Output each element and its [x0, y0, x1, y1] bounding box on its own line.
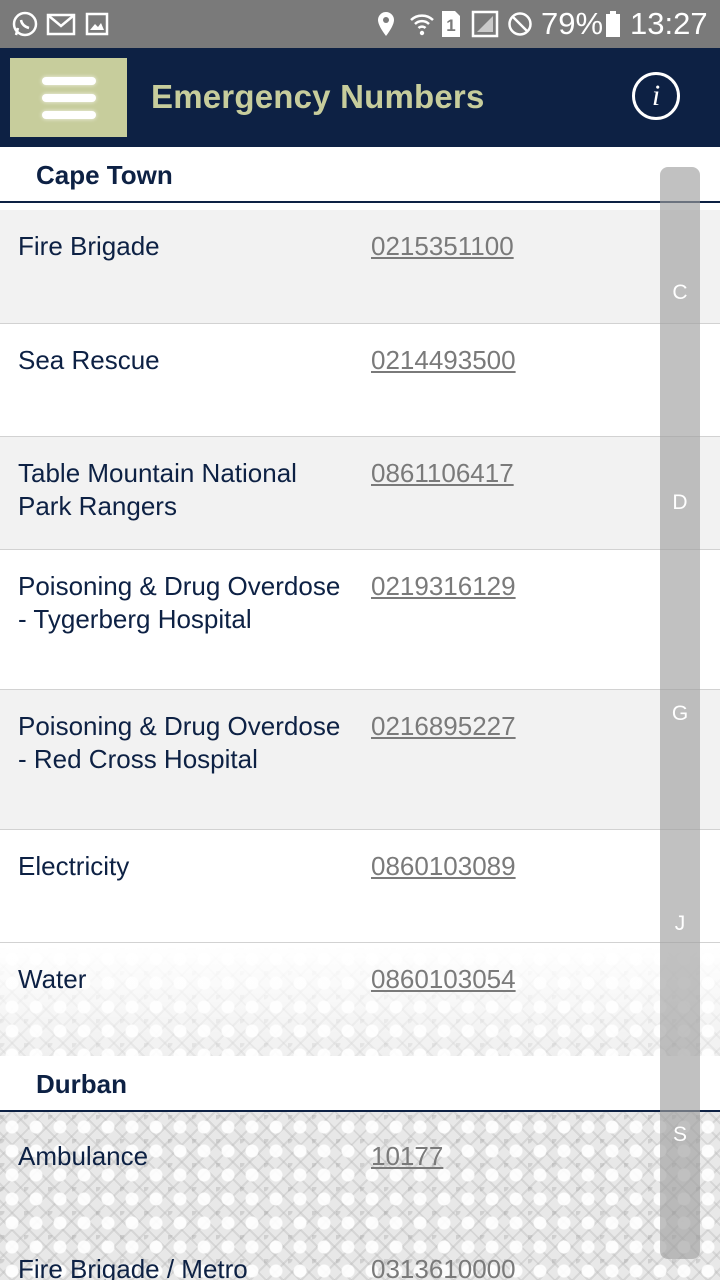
service-name: Fire Brigade [18, 231, 160, 261]
phone-link[interactable]: 0219316129 [371, 570, 516, 603]
service-name: Fire Brigade / Metro [18, 1254, 248, 1280]
list-item[interactable]: Table Mountain National Park Rangers 086… [0, 437, 720, 550]
index-letter-g[interactable]: G [660, 702, 700, 726]
section-title: Durban [36, 1069, 127, 1099]
list-item[interactable]: Water 0860103054 [0, 943, 720, 1056]
service-name: Poisoning & Drug Overdose - Red Cross Ho… [18, 711, 341, 774]
index-letter-d[interactable]: D [660, 491, 700, 515]
battery-percentage: 79% [541, 6, 604, 41]
index-letter-j[interactable]: J [660, 912, 700, 936]
phone-link[interactable]: 0861106417 [371, 457, 514, 490]
app-bar: Emergency Numbers i [0, 48, 720, 147]
index-letter-s[interactable]: S [660, 1123, 700, 1147]
phone-link[interactable]: 0214493500 [371, 344, 516, 377]
clock: 13:27 [630, 6, 708, 41]
list-item[interactable]: Sea Rescue 0214493500 [0, 324, 720, 437]
section-header-cape-town: Cape Town [0, 147, 720, 203]
service-name: Poisoning & Drug Overdose - Tygerberg Ho… [18, 571, 341, 634]
sim-1-icon: 1 [440, 8, 462, 40]
list-item[interactable]: Electricity 0860103089 [0, 830, 720, 943]
service-name: Water [18, 964, 87, 994]
battery-icon [604, 8, 622, 40]
signal-icon [470, 8, 500, 40]
do-not-disturb-icon [506, 8, 534, 40]
list-item[interactable]: Poisoning & Drug Overdose - Tygerberg Ho… [0, 550, 720, 690]
svg-text:1: 1 [446, 16, 455, 35]
info-button[interactable]: i [632, 72, 680, 120]
menu-button[interactable] [10, 58, 127, 137]
section-title: Cape Town [36, 160, 173, 190]
list-item[interactable]: Fire Brigade 0215351100 [0, 210, 720, 324]
phone-link[interactable]: 0313610000 [371, 1253, 516, 1280]
list-item[interactable]: Poisoning & Drug Overdose - Red Cross Ho… [0, 690, 720, 830]
list-item[interactable]: Ambulance 10177 [0, 1113, 720, 1226]
section-header-durban: Durban [0, 1056, 720, 1112]
service-name: Table Mountain National Park Rangers [18, 458, 297, 521]
page-title: Emergency Numbers [151, 78, 485, 115]
index-letter-c[interactable]: C [660, 281, 700, 305]
phone-link[interactable]: 0860103089 [371, 850, 516, 883]
emergency-list[interactable]: Cape Town Fire Brigade 0215351100 Sea Re… [0, 147, 720, 1280]
service-name: Ambulance [18, 1141, 149, 1171]
phone-link[interactable]: 0860103054 [371, 963, 516, 996]
phone-link[interactable]: 0216895227 [371, 710, 516, 743]
phone-link[interactable]: 10177 [371, 1140, 443, 1173]
phone-link[interactable]: 0215351100 [371, 230, 514, 263]
service-name: Electricity [18, 851, 130, 881]
gmail-icon [46, 8, 76, 40]
info-icon: i [651, 79, 661, 112]
service-name: Sea Rescue [18, 345, 160, 375]
menu-icon [41, 76, 96, 85]
location-icon [374, 8, 398, 40]
whatsapp-icon [10, 8, 40, 40]
list-item[interactable]: Fire Brigade / Metro 0313610000 [0, 1226, 720, 1280]
status-bar: 1 79% 13:27 [0, 0, 720, 48]
wifi-icon [408, 8, 436, 40]
gallery-icon [84, 8, 110, 40]
